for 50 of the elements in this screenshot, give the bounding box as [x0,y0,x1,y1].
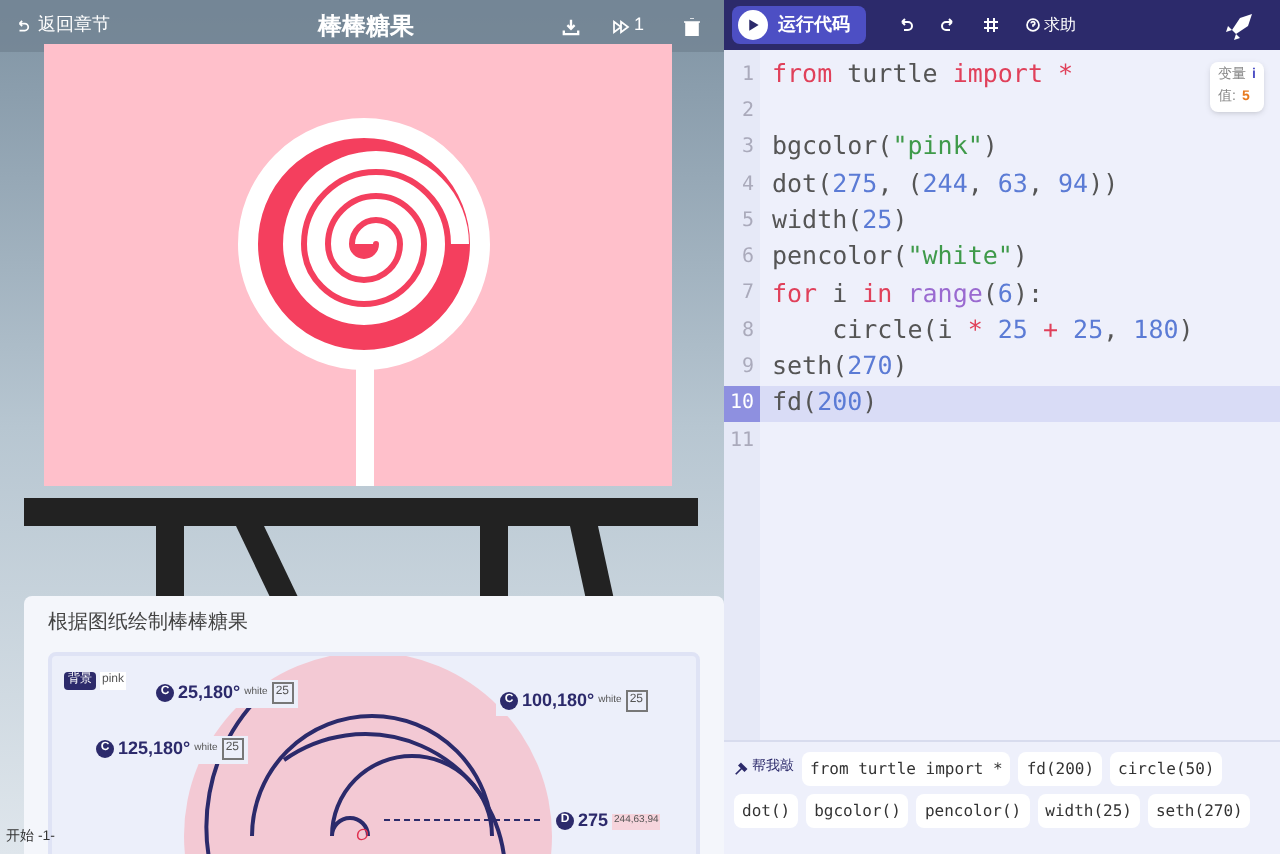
blueprint-title: 根据图纸绘制棒棒糖果 [48,609,250,638]
code-snippet-chip[interactable]: dot() [734,794,799,828]
line-number: 3 [739,134,756,163]
play-icon [738,10,768,40]
code-snippet-chip[interactable]: bgcolor() [806,794,909,828]
command-args: 125,180° [118,736,191,762]
code-snippet-chip[interactable]: from turtle import * [802,752,1011,786]
code-line: circle(i * 25 + 25, 180) [830,311,1194,348]
command-args: 100,180° [522,688,595,714]
line-number: 4 [739,171,756,200]
command-args: 25,180° [178,680,241,706]
line-number: 9 [739,354,756,383]
fast-forward-icon [611,19,630,33]
code-line: width(25) [770,201,908,238]
code-line: from turtle import * [770,55,1074,92]
line-number: 10 [724,385,760,422]
code-line: seth(270) [770,348,908,385]
code-line: for i in range(6): [770,275,1043,312]
trash-icon[interactable] [684,17,700,35]
line-number: 8 [739,317,756,346]
line-number: 11 [727,427,756,456]
download-icon[interactable] [561,17,580,35]
redo-icon[interactable] [940,17,956,33]
line-number: 5 [739,207,756,236]
page-title: 棒棒糖果 [315,10,416,44]
line-number: 6 [739,244,756,273]
code-snippet-chip[interactable]: circle(50) [1110,752,1223,786]
format-icon[interactable] [984,18,998,32]
run-code-button[interactable]: 运行代码 [732,6,866,44]
question-icon [1026,18,1040,32]
command-args: 275 [578,808,609,834]
back-link[interactable]: 返回章节 [16,12,110,40]
code-snippet-chip[interactable]: fd(200) [1018,752,1103,786]
help-button[interactable]: 求助 [1026,13,1076,37]
code-line: pencolor("white") [770,238,1028,275]
code-line: dot(275, (244, 63, 94)) [770,165,1119,202]
hammer-icon [734,762,748,776]
code-snippet-chip[interactable]: seth(270) [1147,794,1251,828]
code-snippet-chip[interactable]: pencolor() [916,794,1030,828]
origin-label: O [356,824,369,848]
undo-icon[interactable] [898,17,914,33]
code-line: fd(200) [770,384,878,421]
code-snippet-chip[interactable]: width(25) [1037,794,1140,828]
code-line: bgcolor("pink") [770,128,998,165]
back-arrow-icon [16,19,30,33]
line-number: 1 [739,61,756,90]
skip-button[interactable]: 1 [611,12,644,40]
line-number: 2 [739,97,756,126]
rocket-icon[interactable] [1224,9,1256,41]
line-number: 7 [739,280,756,309]
